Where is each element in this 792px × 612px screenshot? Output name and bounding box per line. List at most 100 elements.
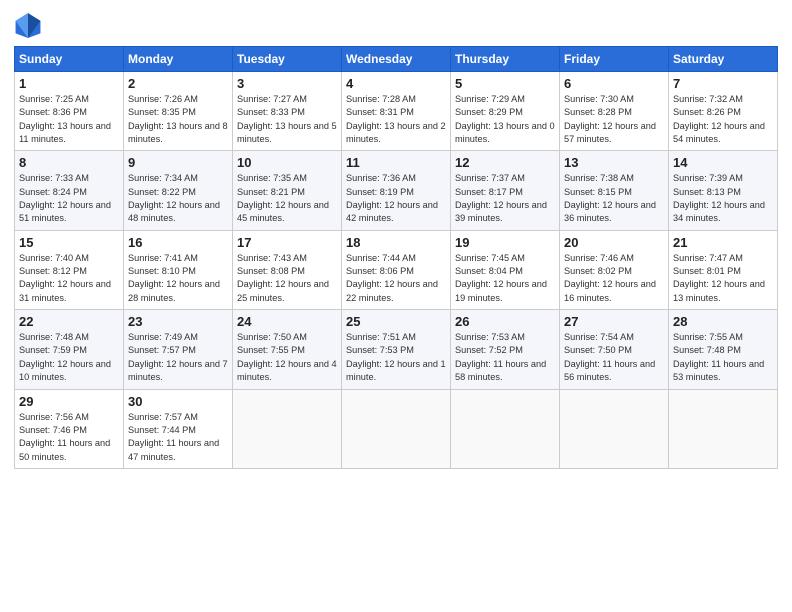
day-cell-11: 11 Sunrise: 7:36 AMSunset: 8:19 PMDayligh… <box>342 151 451 230</box>
day-number: 24 <box>237 314 337 329</box>
col-header-saturday: Saturday <box>669 47 778 72</box>
day-number: 22 <box>19 314 119 329</box>
cell-info: Sunrise: 7:44 AMSunset: 8:06 PMDaylight:… <box>346 253 438 303</box>
cell-info: Sunrise: 7:41 AMSunset: 8:10 PMDaylight:… <box>128 253 220 303</box>
cell-info: Sunrise: 7:34 AMSunset: 8:22 PMDaylight:… <box>128 173 220 223</box>
day-cell-13: 13 Sunrise: 7:38 AMSunset: 8:15 PMDayligh… <box>560 151 669 230</box>
cell-info: Sunrise: 7:29 AMSunset: 8:29 PMDaylight:… <box>455 94 555 144</box>
cell-info: Sunrise: 7:50 AMSunset: 7:55 PMDaylight:… <box>237 332 337 382</box>
day-number: 9 <box>128 155 228 170</box>
empty-cell <box>233 389 342 468</box>
day-number: 10 <box>237 155 337 170</box>
day-cell-7: 7 Sunrise: 7:32 AMSunset: 8:26 PMDaylight… <box>669 72 778 151</box>
day-number: 20 <box>564 235 664 250</box>
cell-info: Sunrise: 7:39 AMSunset: 8:13 PMDaylight:… <box>673 173 765 223</box>
col-header-sunday: Sunday <box>15 47 124 72</box>
day-number: 25 <box>346 314 446 329</box>
cell-info: Sunrise: 7:49 AMSunset: 7:57 PMDaylight:… <box>128 332 228 382</box>
day-cell-17: 17 Sunrise: 7:43 AMSunset: 8:08 PMDayligh… <box>233 230 342 309</box>
cell-info: Sunrise: 7:43 AMSunset: 8:08 PMDaylight:… <box>237 253 329 303</box>
day-cell-24: 24 Sunrise: 7:50 AMSunset: 7:55 PMDayligh… <box>233 310 342 389</box>
cell-info: Sunrise: 7:36 AMSunset: 8:19 PMDaylight:… <box>346 173 438 223</box>
cell-info: Sunrise: 7:48 AMSunset: 7:59 PMDaylight:… <box>19 332 111 382</box>
cell-info: Sunrise: 7:27 AMSunset: 8:33 PMDaylight:… <box>237 94 337 144</box>
day-number: 11 <box>346 155 446 170</box>
logo-icon <box>14 10 42 38</box>
day-cell-30: 30Sunrise: 7:57 AMSunset: 7:44 PMDayligh… <box>124 389 233 468</box>
calendar-table: SundayMondayTuesdayWednesdayThursdayFrid… <box>14 46 778 469</box>
cell-info: Sunrise: 7:40 AMSunset: 8:12 PMDaylight:… <box>19 253 111 303</box>
week-row-3: 15 Sunrise: 7:40 AMSunset: 8:12 PMDayligh… <box>15 230 778 309</box>
day-number: 6 <box>564 76 664 91</box>
day-cell-6: 6 Sunrise: 7:30 AMSunset: 8:28 PMDaylight… <box>560 72 669 151</box>
cell-info: Sunrise: 7:54 AMSunset: 7:50 PMDaylight:… <box>564 332 655 382</box>
empty-cell <box>560 389 669 468</box>
day-cell-15: 15 Sunrise: 7:40 AMSunset: 8:12 PMDayligh… <box>15 230 124 309</box>
day-cell-1: 1 Sunrise: 7:25 AMSunset: 8:36 PMDaylight… <box>15 72 124 151</box>
day-cell-18: 18 Sunrise: 7:44 AMSunset: 8:06 PMDayligh… <box>342 230 451 309</box>
day-cell-23: 23 Sunrise: 7:49 AMSunset: 7:57 PMDayligh… <box>124 310 233 389</box>
day-cell-12: 12Sunrise: 7:37 AMSunset: 8:17 PMDayligh… <box>451 151 560 230</box>
day-cell-19: 19 Sunrise: 7:45 AMSunset: 8:04 PMDayligh… <box>451 230 560 309</box>
page: SundayMondayTuesdayWednesdayThursdayFrid… <box>0 0 792 612</box>
cell-info: Sunrise: 7:33 AMSunset: 8:24 PMDaylight:… <box>19 173 111 223</box>
week-row-4: 22 Sunrise: 7:48 AMSunset: 7:59 PMDayligh… <box>15 310 778 389</box>
cell-info: Sunrise: 7:56 AMSunset: 7:46 PMDaylight:… <box>19 412 110 462</box>
day-cell-3: 3 Sunrise: 7:27 AMSunset: 8:33 PMDaylight… <box>233 72 342 151</box>
cell-info: Sunrise: 7:32 AMSunset: 8:26 PMDaylight:… <box>673 94 765 144</box>
day-cell-21: 21Sunrise: 7:47 AMSunset: 8:01 PMDayligh… <box>669 230 778 309</box>
day-number: 16 <box>128 235 228 250</box>
logo <box>14 10 46 38</box>
cell-info: Sunrise: 7:55 AMSunset: 7:48 PMDaylight:… <box>673 332 764 382</box>
day-number: 8 <box>19 155 119 170</box>
empty-cell <box>342 389 451 468</box>
cell-info: Sunrise: 7:38 AMSunset: 8:15 PMDaylight:… <box>564 173 656 223</box>
day-number: 4 <box>346 76 446 91</box>
day-cell-27: 27 Sunrise: 7:54 AMSunset: 7:50 PMDayligh… <box>560 310 669 389</box>
col-header-wednesday: Wednesday <box>342 47 451 72</box>
day-number: 13 <box>564 155 664 170</box>
day-number: 15 <box>19 235 119 250</box>
day-cell-2: 2Sunrise: 7:26 AMSunset: 8:35 PMDaylight… <box>124 72 233 151</box>
day-cell-10: 10Sunrise: 7:35 AMSunset: 8:21 PMDayligh… <box>233 151 342 230</box>
col-header-monday: Monday <box>124 47 233 72</box>
day-number: 27 <box>564 314 664 329</box>
col-header-tuesday: Tuesday <box>233 47 342 72</box>
week-row-2: 8 Sunrise: 7:33 AMSunset: 8:24 PMDaylight… <box>15 151 778 230</box>
day-number: 19 <box>455 235 555 250</box>
day-number: 18 <box>346 235 446 250</box>
day-number: 1 <box>19 76 119 91</box>
cell-info: Sunrise: 7:25 AMSunset: 8:36 PMDaylight:… <box>19 94 111 144</box>
day-number: 5 <box>455 76 555 91</box>
empty-cell <box>451 389 560 468</box>
day-cell-9: 9 Sunrise: 7:34 AMSunset: 8:22 PMDaylight… <box>124 151 233 230</box>
cell-info: Sunrise: 7:28 AMSunset: 8:31 PMDaylight:… <box>346 94 446 144</box>
day-number: 17 <box>237 235 337 250</box>
col-header-thursday: Thursday <box>451 47 560 72</box>
day-number: 7 <box>673 76 773 91</box>
cell-info: Sunrise: 7:30 AMSunset: 8:28 PMDaylight:… <box>564 94 656 144</box>
col-header-friday: Friday <box>560 47 669 72</box>
week-row-1: 1 Sunrise: 7:25 AMSunset: 8:36 PMDaylight… <box>15 72 778 151</box>
day-number: 3 <box>237 76 337 91</box>
day-number: 23 <box>128 314 228 329</box>
empty-cell <box>669 389 778 468</box>
cell-info: Sunrise: 7:51 AMSunset: 7:53 PMDaylight:… <box>346 332 446 382</box>
day-cell-5: 5 Sunrise: 7:29 AMSunset: 8:29 PMDaylight… <box>451 72 560 151</box>
week-row-5: 29Sunrise: 7:56 AMSunset: 7:46 PMDayligh… <box>15 389 778 468</box>
day-cell-25: 25 Sunrise: 7:51 AMSunset: 7:53 PMDayligh… <box>342 310 451 389</box>
day-cell-14: 14 Sunrise: 7:39 AMSunset: 8:13 PMDayligh… <box>669 151 778 230</box>
day-cell-29: 29Sunrise: 7:56 AMSunset: 7:46 PMDayligh… <box>15 389 124 468</box>
day-number: 12 <box>455 155 555 170</box>
day-cell-20: 20 Sunrise: 7:46 AMSunset: 8:02 PMDayligh… <box>560 230 669 309</box>
day-number: 14 <box>673 155 773 170</box>
day-cell-26: 26Sunrise: 7:53 AMSunset: 7:52 PMDayligh… <box>451 310 560 389</box>
day-number: 26 <box>455 314 555 329</box>
day-cell-4: 4 Sunrise: 7:28 AMSunset: 8:31 PMDaylight… <box>342 72 451 151</box>
day-number: 21 <box>673 235 773 250</box>
day-cell-22: 22 Sunrise: 7:48 AMSunset: 7:59 PMDayligh… <box>15 310 124 389</box>
cell-info: Sunrise: 7:46 AMSunset: 8:02 PMDaylight:… <box>564 253 656 303</box>
header-row: SundayMondayTuesdayWednesdayThursdayFrid… <box>15 47 778 72</box>
day-number: 2 <box>128 76 228 91</box>
cell-info: Sunrise: 7:45 AMSunset: 8:04 PMDaylight:… <box>455 253 547 303</box>
